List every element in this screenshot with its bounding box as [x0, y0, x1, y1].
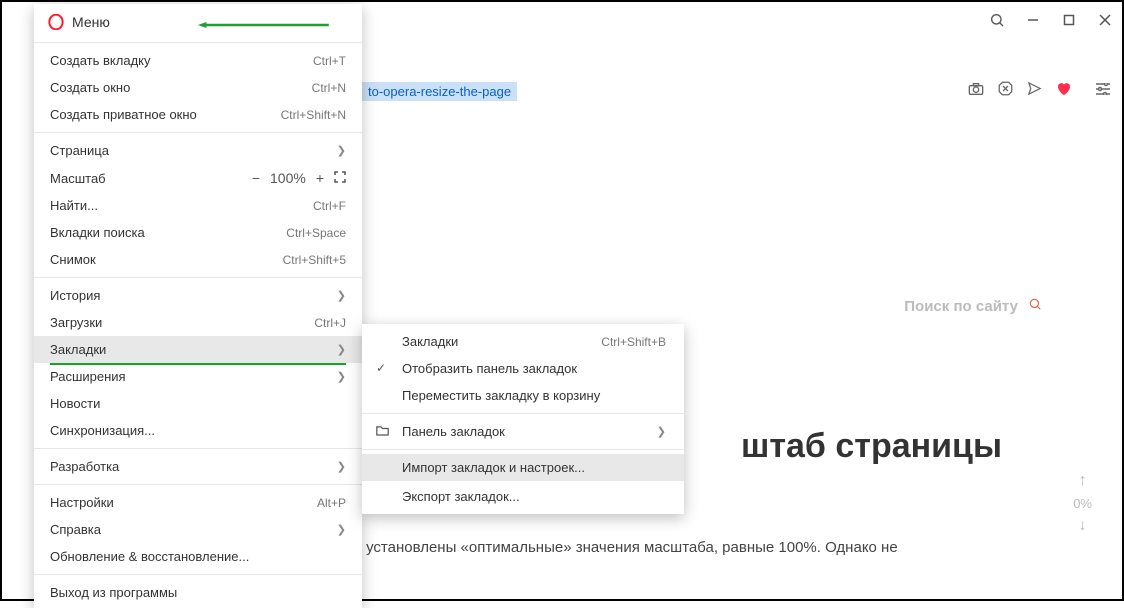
- site-search[interactable]: Поиск по сайту: [904, 297, 1042, 315]
- submenu-item-bar[interactable]: Панель закладок❯: [362, 418, 684, 445]
- submenu-item-move-trash[interactable]: Переместить закладку в корзину: [362, 382, 684, 409]
- fullscreen-icon[interactable]: [334, 170, 346, 186]
- submenu-item-show-bar[interactable]: ✓Отобразить панель закладок: [362, 355, 684, 382]
- maximize-icon[interactable]: [1060, 11, 1078, 29]
- menu-item-new-tab[interactable]: Создать вкладкуCtrl+T: [34, 47, 362, 74]
- submenu-item-bookmarks[interactable]: ЗакладкиCtrl+Shift+B: [362, 328, 684, 355]
- arrow-up-icon: ↑: [1079, 472, 1087, 490]
- submenu-item-import[interactable]: Импорт закладок и настроек...: [362, 454, 684, 481]
- menu-item-help[interactable]: Справка❯: [34, 516, 362, 543]
- menu-item-news[interactable]: Новости: [34, 390, 362, 417]
- zoom-percent-label: 0%: [1073, 496, 1092, 511]
- menu-item-history[interactable]: История❯: [34, 282, 362, 309]
- opera-logo-icon: [48, 14, 64, 30]
- chevron-right-icon: ❯: [337, 460, 346, 473]
- menu-item-sync[interactable]: Синхронизация...: [34, 417, 362, 444]
- scroll-indicator[interactable]: ↑ 0% ↓: [1073, 472, 1092, 535]
- page-heading-fragment: штаб страницы: [741, 427, 1002, 466]
- menu-item-downloads[interactable]: ЗагрузкиCtrl+J: [34, 309, 362, 336]
- address-right-icons: [968, 81, 1110, 101]
- check-icon: ✓: [376, 361, 386, 375]
- submenu-item-export[interactable]: Экспорт закладок...: [362, 483, 684, 510]
- search-icon[interactable]: [988, 11, 1006, 29]
- send-icon[interactable]: [1027, 81, 1042, 101]
- bookmarks-submenu: ЗакладкиCtrl+Shift+B ✓Отобразить панель …: [362, 324, 684, 514]
- menu-item-bookmarks[interactable]: Закладки❯: [34, 336, 362, 363]
- close-icon[interactable]: [1096, 11, 1114, 29]
- chevron-right-icon: ❯: [657, 425, 666, 438]
- chevron-right-icon: ❯: [337, 523, 346, 536]
- camera-icon[interactable]: [968, 82, 984, 101]
- menu-item-settings[interactable]: НастройкиAlt+P: [34, 489, 362, 516]
- menu-item-update[interactable]: Обновление & восстановление...: [34, 543, 362, 570]
- search-icon: [1028, 297, 1042, 315]
- menu-item-extensions[interactable]: Расширения❯: [34, 363, 362, 390]
- menu-item-exit[interactable]: Выход из программы: [34, 579, 362, 606]
- chevron-right-icon: ❯: [337, 343, 346, 356]
- heart-icon[interactable]: [1056, 81, 1072, 101]
- menu-title: Меню: [72, 14, 110, 30]
- chevron-right-icon: ❯: [337, 144, 346, 157]
- folder-icon: [376, 425, 389, 439]
- menu-item-find[interactable]: Найти...Ctrl+F: [34, 192, 362, 219]
- menu-item-page[interactable]: Страница❯: [34, 137, 362, 164]
- menu-item-snapshot[interactable]: СнимокCtrl+Shift+5: [34, 246, 362, 273]
- block-icon[interactable]: [998, 81, 1013, 101]
- menu-item-new-window[interactable]: Создать окноCtrl+N: [34, 74, 362, 101]
- zoom-value: 100%: [270, 170, 306, 186]
- menu-item-new-private[interactable]: Создать приватное окноCtrl+Shift+N: [34, 101, 362, 128]
- zoom-in-button[interactable]: +: [316, 170, 324, 186]
- page-body-fragment: нию установлены «оптимальные» значения м…: [334, 537, 1072, 560]
- easy-setup-icon[interactable]: [1096, 82, 1110, 100]
- arrow-down-icon: ↓: [1079, 517, 1087, 535]
- menu-item-search-tabs[interactable]: Вкладки поискаCtrl+Space: [34, 219, 362, 246]
- url-fragment[interactable]: to-opera-resize-the-page: [362, 82, 517, 101]
- opera-main-menu: Меню Создать вкладкуCtrl+T Создать окноC…: [34, 4, 362, 608]
- site-search-placeholder: Поиск по сайту: [904, 298, 1018, 315]
- menu-item-zoom[interactable]: Масштаб − 100% +: [34, 164, 362, 192]
- chevron-right-icon: ❯: [337, 370, 346, 383]
- menu-header[interactable]: Меню: [34, 4, 362, 38]
- zoom-out-button[interactable]: −: [252, 170, 260, 186]
- zoom-controls: − 100% +: [252, 170, 346, 186]
- chevron-right-icon: ❯: [337, 289, 346, 302]
- minimize-icon[interactable]: [1024, 11, 1042, 29]
- menu-item-dev[interactable]: Разработка❯: [34, 453, 362, 480]
